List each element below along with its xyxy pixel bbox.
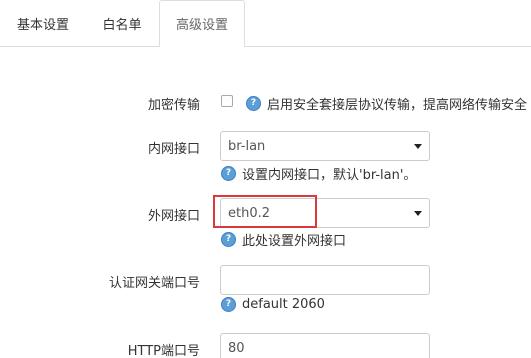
encryption-help-text: 启用安全套接层协议传输，提高网络传输安全 <box>267 98 528 113</box>
tab-whitelist[interactable]: 白名单 <box>88 0 156 46</box>
tab-advanced-settings[interactable]: 高级设置 <box>159 0 245 47</box>
encryption-checkbox[interactable] <box>221 95 233 107</box>
gateway-port-input[interactable] <box>220 265 430 295</box>
http-port-value: 80 <box>228 340 245 356</box>
gateway-port-help: ? default 2060 <box>221 297 325 312</box>
chevron-down-icon <box>414 143 422 149</box>
advanced-settings-page: 基本设置 白名单 高级设置 加密传输 ? 启用安全套接层协议传输，提高网络传输安… <box>0 0 531 358</box>
lan-interface-value: br-lan <box>228 138 266 154</box>
wan-interface-help-text: 此处设置外网接口 <box>242 234 347 249</box>
tab-basic-settings[interactable]: 基本设置 <box>0 0 86 46</box>
encryption-help: ? 启用安全套接层协议传输，提高网络传输安全 <box>246 94 527 113</box>
chevron-down-icon <box>414 210 422 216</box>
encryption-label: 加密传输 <box>147 98 200 113</box>
http-port-input[interactable]: 80 <box>220 333 430 358</box>
question-circle-icon: ? <box>246 96 261 111</box>
http-port-label: HTTP端口号 <box>127 344 200 358</box>
question-circle-icon: ? <box>221 232 236 247</box>
lan-interface-label: 内网接口 <box>147 142 200 157</box>
gateway-port-help-text: default 2060 <box>242 297 325 312</box>
question-circle-icon: ? <box>221 297 236 312</box>
lan-interface-help-text: 设置内网接口，默认'br-lan'。 <box>242 168 417 183</box>
lan-interface-help: ? 设置内网接口，默认'br-lan'。 <box>221 164 416 183</box>
question-circle-icon: ? <box>221 166 236 181</box>
wan-interface-value: eth0.2 <box>228 205 271 221</box>
wan-interface-help: ? 此处设置外网接口 <box>221 230 346 249</box>
wan-interface-label: 外网接口 <box>147 209 200 224</box>
tab-bar: 基本设置 白名单 高级设置 <box>0 0 531 47</box>
wan-interface-select[interactable]: eth0.2 <box>220 198 430 228</box>
lan-interface-select[interactable]: br-lan <box>220 131 430 161</box>
gateway-port-label: 认证网关端口号 <box>108 276 200 291</box>
